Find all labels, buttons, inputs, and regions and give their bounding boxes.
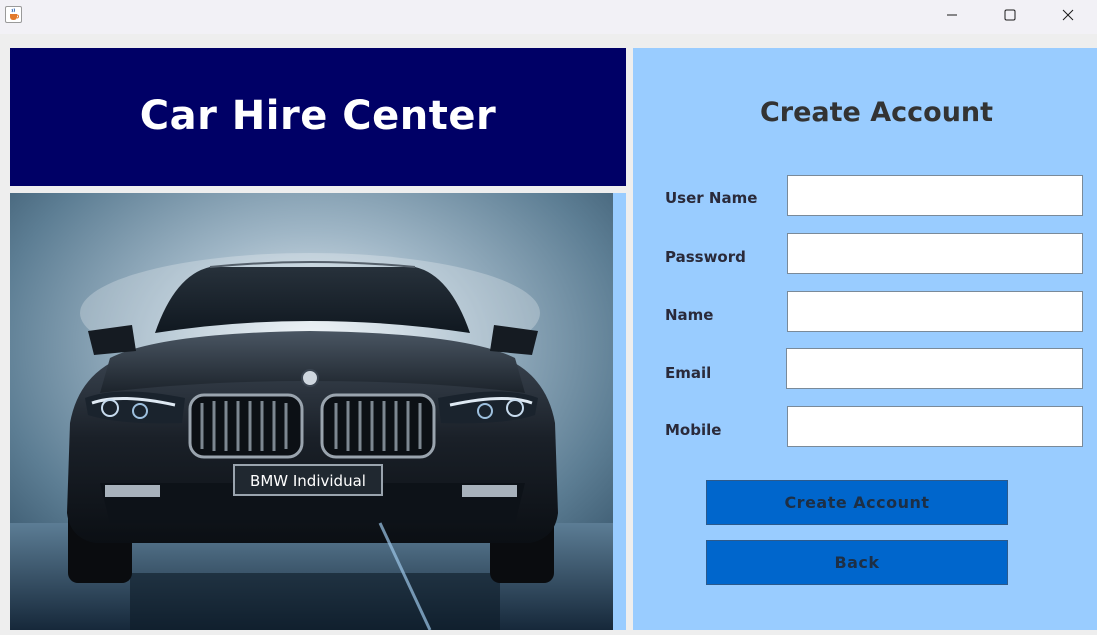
header-banner: Car Hire Center bbox=[10, 48, 626, 186]
car-photo: BMW Individual bbox=[10, 193, 613, 630]
minimize-icon bbox=[947, 14, 957, 16]
mobile-label: Mobile bbox=[665, 421, 722, 439]
mobile-input[interactable] bbox=[787, 406, 1083, 447]
minimize-button[interactable] bbox=[923, 0, 981, 30]
back-button[interactable]: Back bbox=[706, 540, 1008, 585]
app-window: Car Hire Center BMW Individual Create Ac… bbox=[0, 0, 1097, 635]
email-input[interactable] bbox=[786, 348, 1083, 389]
email-label: Email bbox=[665, 364, 712, 382]
java-cup-icon[interactable] bbox=[5, 6, 22, 23]
maximize-icon bbox=[1004, 9, 1016, 21]
name-label: Name bbox=[665, 306, 714, 324]
app-title: Car Hire Center bbox=[139, 93, 497, 139]
create-account-button[interactable]: Create Account bbox=[706, 480, 1008, 525]
maximize-button[interactable] bbox=[981, 0, 1039, 30]
title-bar bbox=[0, 0, 1097, 34]
close-icon bbox=[1062, 9, 1074, 21]
name-input[interactable] bbox=[787, 291, 1083, 332]
create-account-panel: Create Account User Name Password Name E… bbox=[633, 48, 1097, 630]
password-label: Password bbox=[665, 248, 746, 266]
close-button[interactable] bbox=[1039, 0, 1097, 30]
plate-text: BMW Individual bbox=[250, 472, 366, 490]
image-side-strip bbox=[613, 193, 626, 630]
password-input[interactable] bbox=[787, 233, 1083, 274]
form-title: Create Account bbox=[759, 97, 994, 128]
username-label: User Name bbox=[665, 189, 758, 207]
username-input[interactable] bbox=[787, 175, 1083, 216]
